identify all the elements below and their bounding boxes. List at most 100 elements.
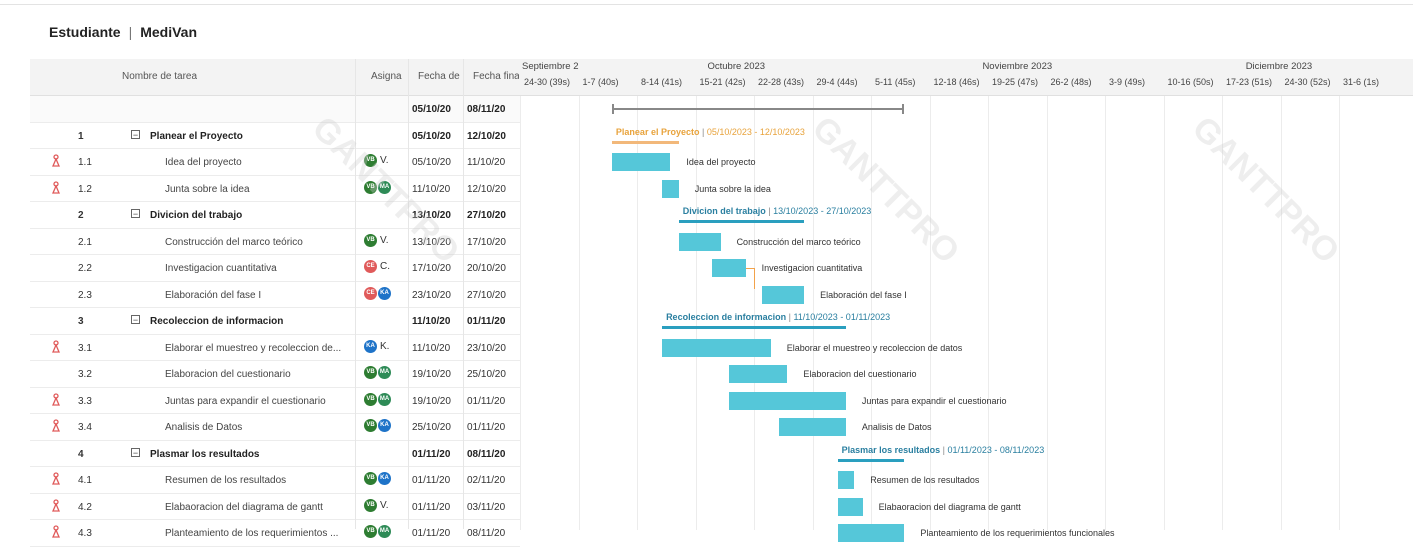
avatar: KA [378, 419, 391, 432]
group-row[interactable]: 3 − Recoleccion de informacion 11/10/20 01/1… [30, 308, 520, 335]
task-name[interactable]: Idea del proyecto [165, 157, 353, 168]
risk-icon[interactable] [52, 392, 60, 407]
task-row[interactable]: 3.1 Elaborar el muestreo y recoleccion de… [30, 335, 520, 361]
breadcrumb: Estudiante | MediVan [49, 24, 197, 40]
group-row[interactable]: 2 − Divicion del trabajo 13/10/20 27/10/20 [30, 202, 520, 229]
task-row[interactable]: 2.1 Construcción del marco teórico VB V. 13/… [30, 229, 520, 255]
task-bar[interactable] [779, 418, 846, 436]
avatar: VB [364, 472, 377, 485]
end-date: 01/11/20 [467, 395, 506, 407]
group-bar[interactable] [662, 326, 846, 329]
group-bar[interactable] [611, 140, 679, 144]
task-name[interactable]: Elaborar el muestreo y recoleccion de... [165, 343, 353, 354]
task-row[interactable]: 3.4 Analisis de Datos VB KA 25/10/20 01/11/20 [30, 414, 520, 441]
task-row[interactable]: 3.3 Juntas para expandir el cuestionario V… [30, 388, 520, 414]
column-header-start[interactable]: Fecha de i [418, 71, 462, 82]
assignee-cell[interactable]: VB MA [364, 392, 404, 406]
task-name[interactable]: Construcción del marco teórico [165, 237, 353, 248]
assignee-cell[interactable]: CE C. [364, 260, 404, 273]
task-name[interactable]: Planear el Proyecto [150, 131, 350, 142]
avatar: CE [364, 260, 377, 273]
task-name[interactable]: Recoleccion de informacion [150, 316, 350, 327]
assignee-cell[interactable]: VB MA [364, 180, 404, 194]
group-row[interactable]: 4 − Plasmar los resultados 01/11/20 08/11/20 [30, 441, 520, 467]
task-bar[interactable] [611, 153, 671, 171]
task-number: 4 [78, 448, 84, 460]
start-date: 05/10/20 [412, 130, 451, 142]
assignee-cell[interactable]: CE KA [364, 286, 404, 300]
column-header-end[interactable]: Fecha fina [473, 71, 519, 82]
assignee-cell[interactable]: VB KA [364, 419, 404, 432]
dependency-connector[interactable] [745, 268, 755, 289]
task-name[interactable]: Elaboracion del cuestionario [165, 369, 353, 380]
task-name[interactable]: Elabaoracion del diagrama de gantt [165, 502, 353, 513]
project-summary-bar[interactable] [611, 104, 905, 114]
task-row[interactable]: 1.1 Idea del proyecto VB V. 05/10/20 11/10/20 [30, 149, 520, 176]
task-name[interactable]: Resumen de los resultados [165, 475, 353, 486]
project-summary-row[interactable]: 05/10/20 08/11/20 [30, 96, 520, 123]
week-label: 3-9 (49s) [1109, 77, 1146, 87]
end-date: 23/10/20 [467, 342, 506, 354]
risk-icon[interactable] [52, 472, 60, 486]
week-label: 8-14 (41s) [641, 77, 683, 87]
task-bar-label: Idea del proyecto [686, 157, 756, 167]
collapse-icon[interactable]: − [131, 447, 140, 457]
collapse-icon[interactable]: − [131, 129, 140, 139]
group-bar[interactable] [678, 220, 805, 223]
assignee-cell[interactable]: KA K. [364, 339, 404, 353]
task-row[interactable]: 2.2 Investigacion cuantitativa CE C. 17/10/2… [30, 255, 520, 282]
task-name[interactable]: Elaboración del fase I [165, 290, 353, 301]
task-name[interactable]: Junta sobre la idea [165, 184, 353, 195]
task-row[interactable]: 4.1 Resumen de los resultados VB KA 01/11/20… [30, 467, 520, 494]
risk-icon[interactable] [52, 180, 60, 195]
task-bar[interactable] [712, 259, 746, 277]
group-bar[interactable] [837, 458, 905, 462]
task-name[interactable]: Investigacion cuantitativa [165, 263, 353, 274]
assignee-cell[interactable]: VB KA [364, 472, 404, 485]
task-bar[interactable] [662, 338, 771, 357]
task-bar[interactable] [662, 179, 679, 198]
risk-icon[interactable] [52, 339, 60, 354]
week-gridline [1105, 96, 1106, 530]
task-bar[interactable] [837, 471, 855, 489]
risk-icon[interactable] [52, 525, 60, 539]
task-row[interactable]: 1.2 Junta sobre la idea VB MA 11/10/20 12/10/… [30, 176, 520, 202]
task-bar-label: Analisis de Datos [861, 422, 932, 432]
column-divider[interactable] [355, 59, 356, 529]
task-row[interactable]: 3.2 Elaboracion del cuestionario VB MA 19/10… [30, 361, 520, 388]
task-name[interactable]: Planteamiento de los requerimientos ... [165, 528, 353, 539]
assignee-cell[interactable]: VB MA [364, 366, 404, 379]
assignee-cell[interactable]: VB V. [364, 233, 404, 247]
column-divider[interactable] [463, 59, 464, 529]
group-row[interactable]: 1 − Planear el Proyecto 05/10/20 12/10/20 [30, 123, 520, 149]
start-date: 13/10/20 [412, 236, 451, 248]
task-bar[interactable] [678, 232, 721, 251]
column-divider[interactable] [408, 59, 409, 529]
task-row[interactable]: 4.2 Elabaoracion del diagrama de gantt VB V… [30, 494, 520, 520]
collapse-icon[interactable]: − [131, 209, 140, 219]
end-date: 27/10/20 [467, 210, 506, 221]
task-name[interactable]: Analisis de Datos [165, 422, 353, 433]
column-header-name[interactable]: Nombre de tarea [122, 71, 197, 82]
column-header-assignee[interactable]: Asigna [371, 71, 407, 82]
watermark: GANTTPRO [1184, 109, 1347, 272]
task-bar[interactable] [837, 497, 863, 516]
task-bar[interactable] [762, 285, 805, 304]
project-name[interactable]: MediVan [140, 24, 197, 40]
risk-icon[interactable] [52, 498, 60, 513]
task-name[interactable]: Plasmar los resultados [150, 449, 350, 460]
task-bar[interactable] [728, 365, 788, 383]
start-date: 19/10/20 [412, 395, 451, 407]
risk-icon[interactable] [52, 154, 60, 168]
start-date: 13/10/20 [412, 210, 451, 221]
task-name[interactable]: Juntas para expandir el cuestionario [165, 396, 353, 407]
assignee-cell[interactable]: VB V. [364, 498, 404, 512]
task-row[interactable]: 4.3 Planteamiento de los requerimientos .… [30, 520, 520, 547]
collapse-icon[interactable]: − [131, 315, 140, 325]
workspace-name[interactable]: Estudiante [49, 24, 121, 40]
risk-icon[interactable] [52, 419, 60, 433]
task-bar[interactable] [728, 391, 846, 410]
task-row[interactable]: 2.3 Elaboración del fase I CE KA 23/10/20 27/… [30, 282, 520, 308]
task-name[interactable]: Divicion del trabajo [150, 210, 350, 221]
assignee-cell[interactable]: VB V. [364, 154, 404, 167]
